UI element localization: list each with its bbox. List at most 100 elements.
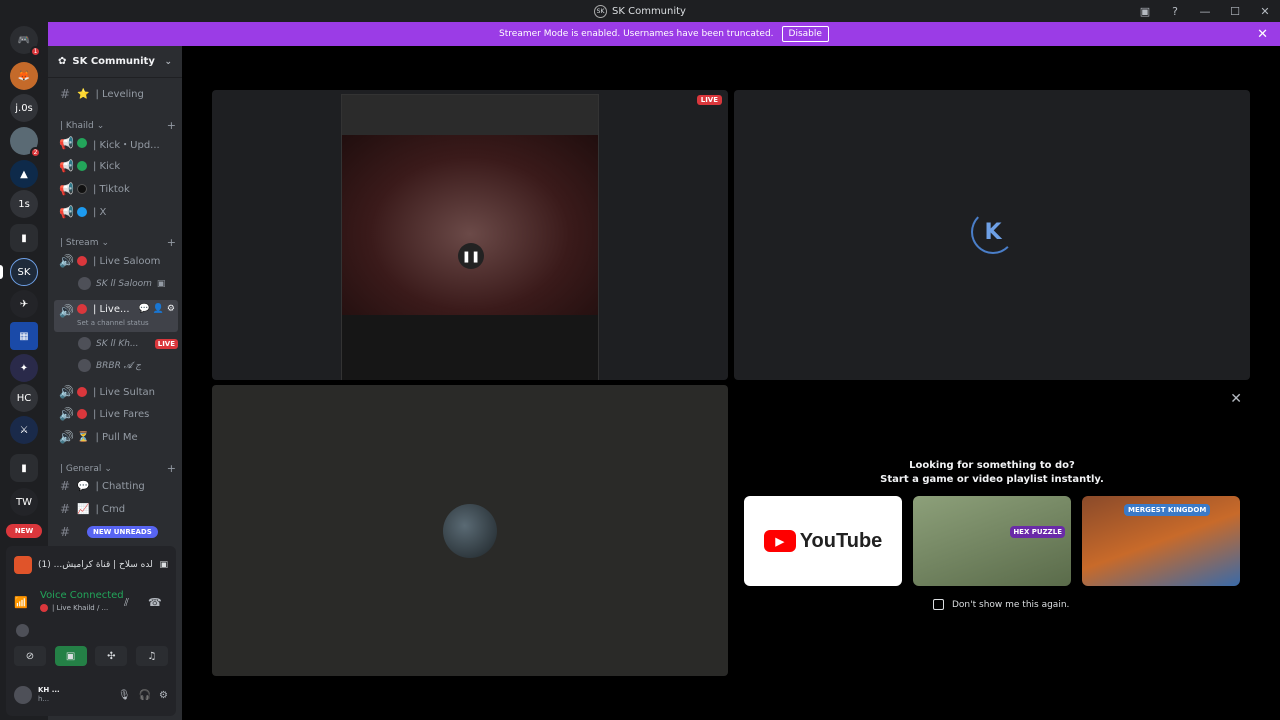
screen-icon[interactable]: ▣: [159, 560, 168, 570]
dm-badge: 2: [30, 147, 41, 158]
text-channel-icon: #: [59, 479, 71, 493]
voice-channel-live-fares[interactable]: 🔊 | Live Fares: [54, 404, 178, 424]
chevron-down-icon: ⌄: [104, 463, 112, 474]
voice-actions: ⊘ ▣ ✣ ♫: [14, 646, 168, 666]
server-icon-dark[interactable]: ✦: [10, 354, 38, 382]
dont-show-checkbox[interactable]: [933, 599, 944, 610]
video-frame: ❚❚: [342, 135, 598, 315]
server-icon-tw[interactable]: TW: [10, 488, 38, 516]
chevron-down-icon: ⌄: [101, 237, 110, 248]
server-icon-jet[interactable]: ✈: [10, 290, 38, 318]
signal-icon[interactable]: 📶: [14, 596, 28, 609]
dm-avatar[interactable]: 2: [10, 127, 41, 158]
new-pill[interactable]: NEW: [6, 524, 42, 538]
media-title: (1) ...لده سلاح | قناة كراميش: [38, 560, 153, 570]
server-icon-fox[interactable]: 🦊: [10, 62, 38, 90]
media-activity[interactable]: (1) ...لده سلاح | قناة كراميش ▣: [14, 554, 168, 576]
voice-member[interactable]: SK ll Saloom ▣: [78, 277, 178, 290]
channel-kick[interactable]: 📢 | Kick: [54, 156, 178, 176]
streamer-mode-banner: Streamer Mode is enabled. Usernames have…: [48, 22, 1280, 46]
channel-label: | Live Fares: [93, 408, 150, 420]
dont-show-again[interactable]: Don't show me this again.: [933, 599, 1069, 610]
channel-status[interactable]: Set a channel status: [77, 319, 149, 327]
activities-icon[interactable]: ✣: [95, 646, 128, 666]
noise-suppression-icon[interactable]: ⫽: [124, 596, 129, 610]
mergest-kingdom-logo: MERGEST KINGDOM: [1124, 504, 1211, 516]
loading-tile[interactable]: K: [734, 90, 1250, 380]
add-channel-icon[interactable]: +: [167, 236, 176, 249]
loading-spinner-icon: K: [971, 210, 1015, 254]
server-icon-sk[interactable]: SK: [10, 258, 38, 286]
black-dot-icon: [77, 184, 87, 194]
new-unreads-button[interactable]: NEW UNREADS: [87, 526, 158, 538]
hex-puzzle-logo: HEX PUZZLE: [1010, 526, 1065, 538]
channel-chatting[interactable]: # 💬 | Chatting: [54, 476, 178, 496]
gear-icon[interactable]: ⚙: [159, 690, 168, 701]
server-icon-blade[interactable]: ⚔: [10, 416, 38, 444]
camera-off-icon[interactable]: ⊘: [14, 646, 46, 666]
speaker-icon: 🔊: [59, 304, 74, 318]
announcement-icon: 📢: [59, 159, 74, 173]
channel-kick-updates[interactable]: 📢 | Kick・Upd...: [54, 133, 178, 153]
channel-cmd[interactable]: # 📈 | Cmd: [54, 499, 178, 519]
channel-tiktok[interactable]: 📢 | Tiktok: [54, 179, 178, 199]
voice-channel-live-khaild[interactable]: 🔊 | Live... 💬👤⚙: [54, 300, 178, 332]
folder-icon-2[interactable]: ▮: [10, 454, 38, 482]
mergest-kingdom-card[interactable]: MERGEST KINGDOM: [1082, 496, 1240, 586]
voice-channel-live-saloom[interactable]: 🔊 | Live Saloom: [54, 251, 178, 271]
headphones-icon[interactable]: 🎧: [139, 690, 151, 701]
server-icon-hc[interactable]: HC: [10, 384, 38, 412]
channel-unreads-row[interactable]: # NEW UNREADS: [54, 522, 178, 542]
close-banner-icon[interactable]: ✕: [1257, 27, 1268, 42]
category-general[interactable]: | General ⌄ +: [60, 462, 176, 475]
disable-streamer-button[interactable]: Disable: [781, 26, 829, 42]
star-icon: ⭐: [77, 88, 90, 100]
category-stream[interactable]: | Stream ⌄ +: [60, 236, 176, 249]
close-icon[interactable]: ✕: [1230, 391, 1242, 407]
stream-tile[interactable]: ❚❚ LIVE: [212, 90, 728, 380]
channel-leveling[interactable]: # ⭐ | Leveling: [54, 84, 178, 104]
category-label: | General: [60, 463, 102, 474]
user-avatar: [443, 504, 497, 558]
voice-channel-path[interactable]: | Live Khaild / ...: [40, 604, 108, 612]
minimize-button[interactable]: —: [1190, 5, 1220, 18]
dont-show-label: Don't show me this again.: [952, 599, 1070, 610]
youtube-card[interactable]: ▶ YouTube: [744, 496, 902, 586]
speaker-icon: 🔊: [59, 254, 74, 268]
voice-panel: (1) ...لده سلاح | قناة كراميش ▣ 📶 Voice …: [6, 546, 176, 716]
server-icon-1s[interactable]: 1s: [10, 190, 38, 218]
screen-share-icon[interactable]: ▣: [54, 646, 87, 666]
inbox-icon[interactable]: ▣: [1130, 5, 1160, 18]
avatar[interactable]: [14, 686, 32, 704]
server-icon-logo[interactable]: ▦: [10, 322, 38, 350]
folder-icon[interactable]: ▮: [10, 224, 38, 252]
server-icon-j0s[interactable]: j.0s: [10, 94, 38, 122]
voice-channel-pull-me[interactable]: 🔊 ⏳ | Pull Me: [54, 427, 178, 447]
channel-x[interactable]: 📢 | X: [54, 202, 178, 222]
member-name: BRBR 𝓐 ج: [96, 360, 142, 371]
channel-actions-icons[interactable]: 💬👤⚙: [139, 304, 178, 314]
server-header[interactable]: ✿ SK Community ⌄: [48, 46, 182, 78]
server-icon-a[interactable]: ▲: [10, 160, 38, 188]
maximize-button[interactable]: ☐: [1220, 5, 1250, 18]
disconnect-icon[interactable]: ☎: [148, 596, 162, 609]
voice-connected-label[interactable]: Voice Connected: [40, 590, 124, 601]
add-channel-icon[interactable]: +: [167, 119, 176, 132]
voice-member[interactable]: BRBR 𝓐 ج: [78, 359, 178, 372]
user-status: h...: [38, 695, 50, 703]
close-window-button[interactable]: ✕: [1250, 5, 1280, 18]
voice-member-live[interactable]: SK ll Kh... LIVE: [78, 337, 178, 350]
help-icon[interactable]: ?: [1160, 5, 1190, 18]
blue-dot-icon: [77, 207, 87, 217]
category-khaild[interactable]: | Khaild ⌄ +: [60, 119, 176, 132]
channel-label: | X: [93, 206, 107, 218]
voice-channel-live-sultan[interactable]: 🔊 | Live Sultan: [54, 382, 178, 402]
microphone-icon[interactable]: 🎙: [118, 690, 131, 701]
hourglass-icon: ⏳: [77, 431, 90, 443]
hex-puzzle-card[interactable]: HEX PUZZLE: [913, 496, 1071, 586]
camera-tile[interactable]: [212, 385, 728, 676]
add-channel-icon[interactable]: +: [167, 462, 176, 475]
discord-home-icon[interactable]: 🎮 1: [10, 26, 41, 57]
soundboard-icon[interactable]: ♫: [135, 646, 168, 666]
youtube-label: YouTube: [799, 529, 883, 552]
